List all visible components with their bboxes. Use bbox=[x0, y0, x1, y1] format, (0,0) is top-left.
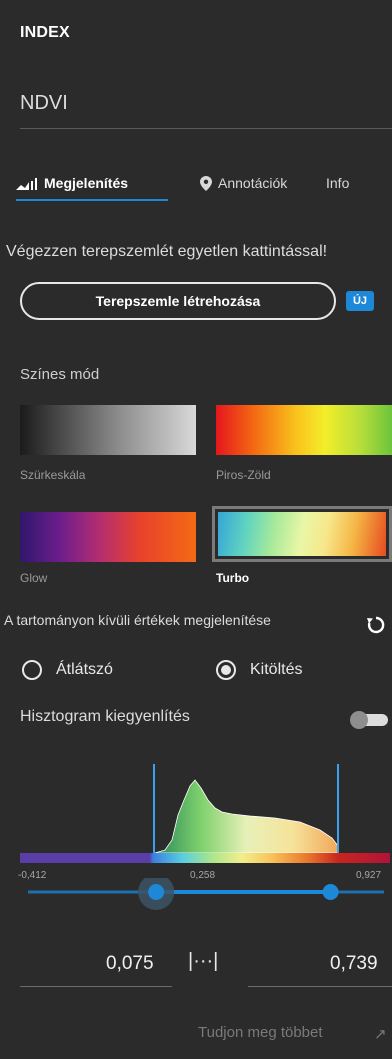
radio-fill[interactable]: Kitöltés bbox=[216, 660, 302, 680]
swatch-grayscale-label: Szürkeskála bbox=[20, 468, 86, 482]
range-link-button[interactable]: |···| bbox=[188, 950, 218, 973]
range-low-underline bbox=[20, 986, 172, 987]
colormap-bar bbox=[20, 853, 390, 863]
tab-annotations-label: Annotációk bbox=[218, 175, 288, 191]
range-high-underline bbox=[248, 986, 392, 987]
radio-fill-label: Kitöltés bbox=[250, 661, 303, 678]
color-mode-label: Színes mód bbox=[20, 366, 100, 383]
range-low-input[interactable]: 0,075 bbox=[106, 953, 154, 975]
radio-fill-dot bbox=[221, 665, 231, 675]
toggle-knob bbox=[350, 711, 368, 729]
tab-annotations[interactable]: Annotációk bbox=[200, 175, 287, 191]
tab-display[interactable]: Megjelenítés bbox=[16, 175, 128, 191]
range-slider[interactable] bbox=[28, 878, 388, 918]
external-link-icon: ↗ bbox=[374, 1026, 387, 1043]
create-inspection-button[interactable]: Terepszemle létrehozása bbox=[20, 282, 336, 320]
range-high-input[interactable]: 0,739 bbox=[330, 953, 378, 975]
swatch-glow-label: Glow bbox=[20, 571, 48, 585]
swatch-red-green-label: Piros-Zöld bbox=[216, 468, 271, 482]
location-pin-icon bbox=[200, 175, 212, 191]
histogram-area bbox=[154, 779, 339, 854]
histogram-equalization-toggle[interactable] bbox=[350, 711, 388, 729]
out-of-range-label: A tartományon kívüli értékek megjeleníté… bbox=[4, 612, 271, 628]
promo-text: Végezzen terepszemlét egyetlen kattintás… bbox=[6, 243, 328, 260]
learn-more-link[interactable]: Tudjon meg többet bbox=[198, 1024, 323, 1041]
reset-icon[interactable] bbox=[366, 615, 386, 635]
active-tab-indicator bbox=[16, 199, 168, 201]
index-title: INDEX bbox=[20, 24, 70, 41]
slider-high-thumb[interactable] bbox=[322, 884, 339, 900]
new-badge: ÚJ bbox=[346, 291, 374, 311]
index-underline bbox=[20, 128, 392, 129]
histogram-equalization-label: Hisztogram kiegyenlítés bbox=[20, 708, 190, 725]
chart-bars-icon bbox=[16, 178, 37, 190]
index-select[interactable]: NDVI bbox=[20, 92, 68, 115]
swatch-grayscale[interactable] bbox=[20, 405, 196, 455]
radio-transparent-ring bbox=[22, 660, 42, 680]
tab-display-label: Megjelenítés bbox=[44, 175, 129, 191]
radio-transparent[interactable]: Átlátszó bbox=[22, 660, 113, 680]
swatch-turbo-fill bbox=[218, 512, 386, 556]
swatch-glow[interactable] bbox=[20, 512, 196, 562]
radio-transparent-label: Átlátszó bbox=[56, 661, 113, 678]
tab-info[interactable]: Info bbox=[326, 175, 349, 191]
slider-low-thumb[interactable] bbox=[148, 884, 165, 900]
swatch-red-green[interactable] bbox=[216, 405, 392, 455]
radio-fill-ring bbox=[216, 660, 236, 680]
swatch-turbo[interactable] bbox=[212, 506, 392, 562]
tab-info-label: Info bbox=[326, 175, 350, 191]
swatch-turbo-label: Turbo bbox=[216, 571, 250, 585]
